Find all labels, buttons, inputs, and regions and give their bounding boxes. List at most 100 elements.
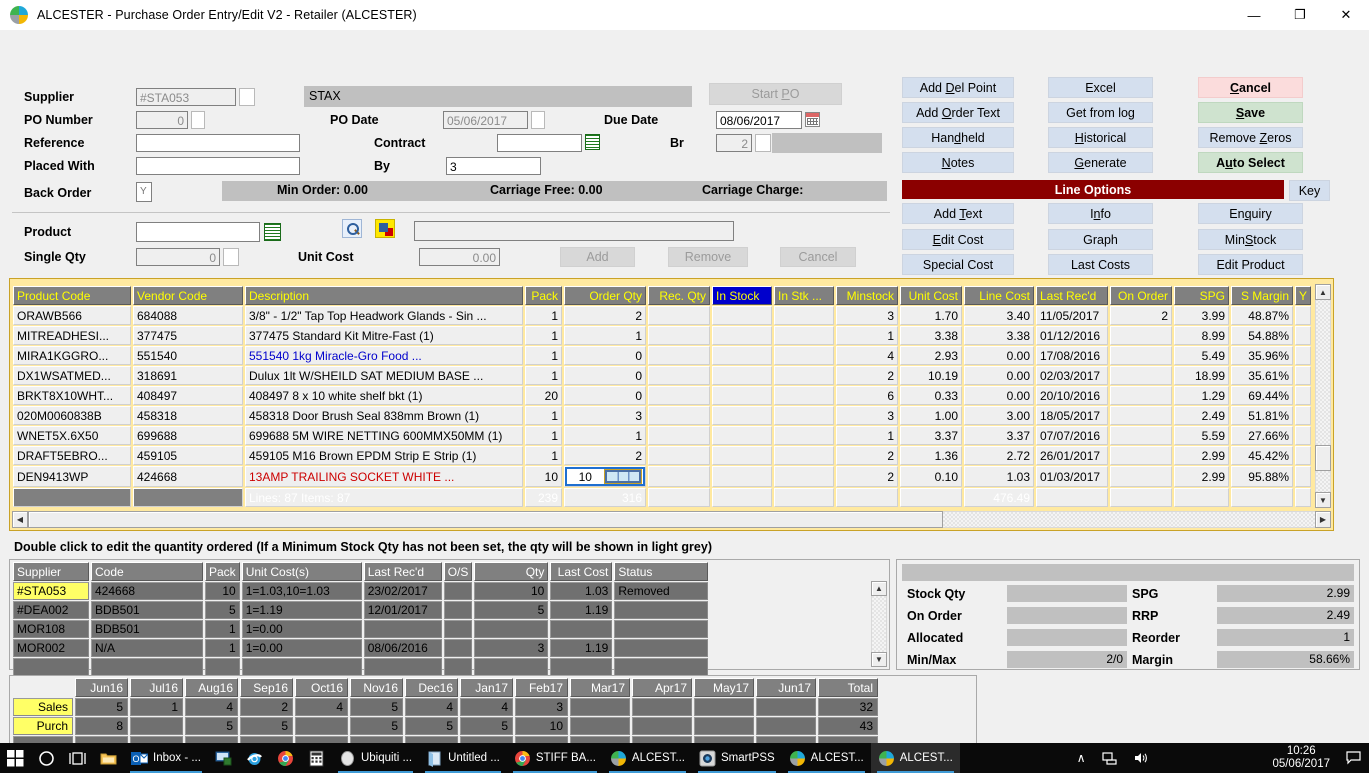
- br-input[interactable]: 2: [716, 134, 752, 152]
- grid-cell-line_cost[interactable]: 1.03: [964, 466, 1034, 487]
- due-date-input[interactable]: 08/06/2017: [716, 111, 802, 129]
- alcester-icon[interactable]: [610, 750, 627, 767]
- grid-cell-vendor_code[interactable]: 377475: [133, 326, 243, 345]
- grid-cell-pack[interactable]: 10: [525, 466, 562, 487]
- grid-col-header-minstock[interactable]: Minstock: [836, 286, 898, 305]
- grid-horizontal-scrollbar[interactable]: ◀ ▶: [12, 511, 1331, 528]
- grid-cell-description[interactable]: 459105 M16 Brown EPDM Strip E Strip (1): [245, 446, 523, 465]
- grid-cell-unit_cost[interactable]: 1.36: [900, 446, 962, 465]
- supplier-cell-last_cost[interactable]: 1.19: [550, 639, 612, 657]
- grid-cell-vendor_code[interactable]: 551540: [133, 346, 243, 365]
- cancel-button[interactable]: Cancel: [1198, 77, 1303, 98]
- grid-cell-spg[interactable]: 1.29: [1174, 386, 1229, 405]
- po-date-input[interactable]: 05/06/2017: [443, 111, 528, 129]
- month-col-header[interactable]: Jan17: [460, 678, 513, 697]
- add-text-button[interactable]: Add Text: [902, 203, 1014, 224]
- month-cell[interactable]: [570, 717, 630, 735]
- grid-cell-vendor_code[interactable]: 424668: [133, 466, 243, 487]
- grid-cell-description[interactable]: 408497 8 x 10 white shelf bkt (1): [245, 386, 523, 405]
- grid-cell-minstock[interactable]: 3: [836, 406, 898, 425]
- grid-cell-order_qty[interactable]: 1: [564, 326, 646, 345]
- grid-cell-unit_cost[interactable]: 0.10: [900, 466, 962, 487]
- grid-cell-in_stk[interactable]: [774, 366, 834, 385]
- graph-button[interactable]: Graph: [1048, 229, 1153, 250]
- chrome-icon[interactable]: [514, 750, 531, 767]
- month-col-header[interactable]: Aug16: [185, 678, 238, 697]
- grid-cell-on_order[interactable]: [1110, 466, 1172, 487]
- grid-cell-rec_qty[interactable]: [648, 366, 710, 385]
- supplier-row[interactable]: #STA053424668101=1.03,10=1.0323/02/20171…: [13, 582, 708, 600]
- supplier-col-header[interactable]: Supplier: [13, 562, 89, 581]
- supplier-col-header[interactable]: O/S: [444, 562, 473, 581]
- taskbar-item-chrome[interactable]: [270, 743, 301, 773]
- supplier-cell-status[interactable]: [614, 601, 708, 619]
- grid-row[interactable]: MIRA1KGGRO...551540551540 1kg Miracle-Gr…: [13, 346, 1311, 365]
- grid-col-header-product_code[interactable]: Product Code: [13, 286, 131, 305]
- start-po-button[interactable]: Start PO: [709, 83, 842, 105]
- supplier-cell-qty[interactable]: 10: [474, 582, 548, 600]
- placed-with-input[interactable]: [136, 157, 300, 175]
- taskbar-clock[interactable]: 10:26 05/06/2017: [1264, 745, 1338, 771]
- month-cell[interactable]: [570, 698, 630, 716]
- grid-cell-spg[interactable]: 5.49: [1174, 346, 1229, 365]
- grid-cell-on_order[interactable]: 2: [1110, 306, 1172, 325]
- grid-cell-last_recd[interactable]: 26/01/2017: [1036, 446, 1108, 465]
- supplier-col-header[interactable]: Last Cost: [550, 562, 612, 581]
- supplier-cell-unit_costs[interactable]: 1=0.00: [242, 639, 362, 657]
- grid-cell-last_recd[interactable]: 18/05/2017: [1036, 406, 1108, 425]
- grid-cell-in_stk[interactable]: [774, 326, 834, 345]
- grid-cell-line_cost[interactable]: 3.00: [964, 406, 1034, 425]
- grid-cell-in_stock[interactable]: [712, 426, 772, 445]
- grid-cell-s_margin[interactable]: 54.88%: [1231, 326, 1293, 345]
- grid-cell-spg[interactable]: 18.99: [1174, 366, 1229, 385]
- save-button[interactable]: Save: [1198, 102, 1303, 123]
- grid-cell-on_order[interactable]: [1110, 406, 1172, 425]
- supplier-cell-supplier[interactable]: MOR108: [13, 620, 89, 638]
- month-cell[interactable]: 5: [240, 717, 293, 735]
- grid-cell-in_stock[interactable]: [712, 466, 772, 487]
- month-cell[interactable]: 32: [818, 698, 878, 716]
- month-cell[interactable]: [632, 717, 692, 735]
- grid-row[interactable]: 020M0060838B458318458318 Door Brush Seal…: [13, 406, 1311, 425]
- grid-cell-spg[interactable]: 2.99: [1174, 466, 1229, 487]
- month-cell[interactable]: 4: [405, 698, 458, 716]
- po-number-input[interactable]: 0: [136, 111, 188, 129]
- month-col-header[interactable]: Nov16: [350, 678, 403, 697]
- grid-cell-line_cost[interactable]: 3.38: [964, 326, 1034, 345]
- grid-cell-last_recd[interactable]: 20/10/2016: [1036, 386, 1108, 405]
- month-cell[interactable]: 4: [460, 698, 513, 716]
- grid-cell-minstock[interactable]: 4: [836, 346, 898, 365]
- grid-cell-pack[interactable]: 1: [525, 306, 562, 325]
- grid-cell-description[interactable]: Dulux 1lt W/SHEILD SAT MEDIUM BASE ...: [245, 366, 523, 385]
- grid-col-header-pack[interactable]: Pack: [525, 286, 562, 305]
- grid-cell-y_col[interactable]: [1295, 426, 1311, 445]
- grid-col-header-spg[interactable]: SPG: [1174, 286, 1229, 305]
- grid-cell-product_code[interactable]: BRKT8X10WHT...: [13, 386, 131, 405]
- supplier-cell-unit_costs[interactable]: 1=0.00: [242, 620, 362, 638]
- month-cell[interactable]: [130, 717, 183, 735]
- month-col-header[interactable]: Jun17: [756, 678, 816, 697]
- grid-cell-product_code[interactable]: DX1WSATMED...: [13, 366, 131, 385]
- supplier-cell-last_recd[interactable]: [364, 620, 442, 638]
- grid-cell-product_code[interactable]: WNET5X.6X50: [13, 426, 131, 445]
- product-lookup-icon[interactable]: [264, 223, 281, 241]
- grid-cell-description[interactable]: 377475 Standard Kit Mitre-Fast (1): [245, 326, 523, 345]
- product-input[interactable]: [136, 222, 260, 242]
- grid-col-header-on_order[interactable]: On Order: [1110, 286, 1172, 305]
- grid-cell-unit_cost[interactable]: 1.70: [900, 306, 962, 325]
- month-cell[interactable]: 5: [185, 717, 238, 735]
- grid-cell-on_order[interactable]: [1110, 426, 1172, 445]
- month-row[interactable]: Purch8555551043: [13, 717, 878, 735]
- network-icon[interactable]: [1094, 743, 1125, 773]
- grid-row[interactable]: WNET5X.6X50699688699688 5M WIRE NETTING …: [13, 426, 1311, 445]
- grid-cell-vendor_code[interactable]: 458318: [133, 406, 243, 425]
- grid-cell-rec_qty[interactable]: [648, 446, 710, 465]
- smartpss-icon[interactable]: [699, 750, 716, 767]
- grid-cell-minstock[interactable]: 6: [836, 386, 898, 405]
- grid-cell-in_stock[interactable]: [712, 306, 772, 325]
- month-cell[interactable]: 1: [130, 698, 183, 716]
- contract-input[interactable]: [497, 134, 582, 152]
- month-col-header[interactable]: Mar17: [570, 678, 630, 697]
- grid-cell-in_stock[interactable]: [712, 386, 772, 405]
- grid-cell-product_code[interactable]: MIRA1KGGRO...: [13, 346, 131, 365]
